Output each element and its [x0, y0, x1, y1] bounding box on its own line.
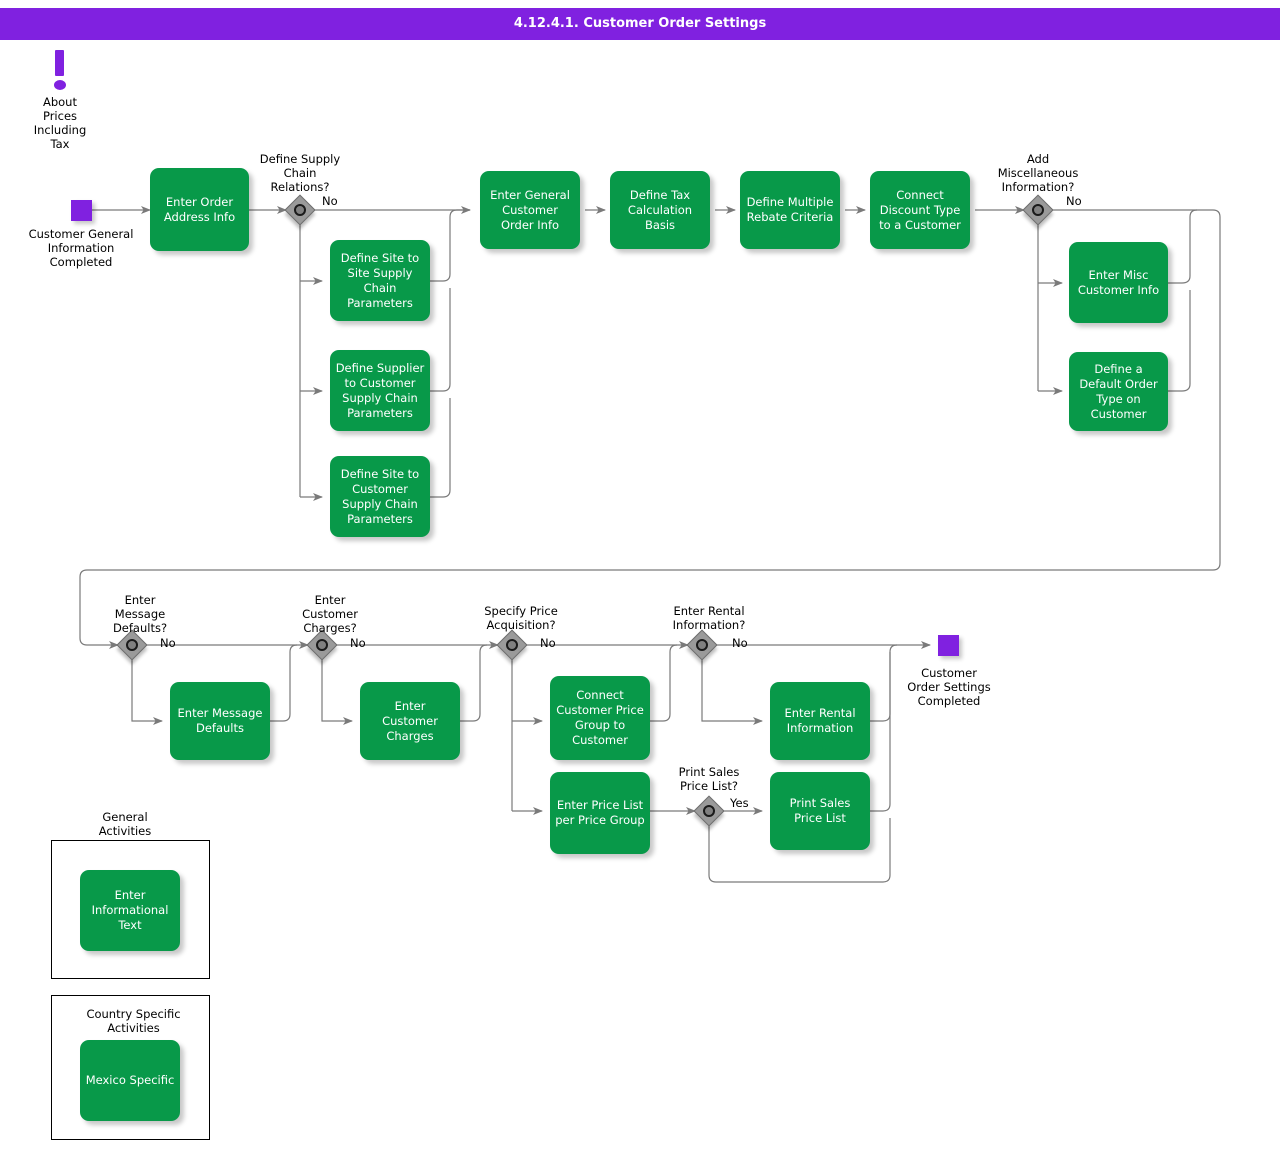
- activity-label: Define Multiple Rebate Criteria: [746, 195, 834, 224]
- gateway-define-supply-chain-relations[interactable]: [284, 194, 316, 226]
- gateway-enter-message-defaults-branch-label: No: [160, 636, 176, 650]
- general-activities-title: General Activities: [98, 810, 152, 838]
- gateway-add-miscellaneous-information-question: Add Miscellaneous Information?: [997, 152, 1079, 194]
- gateway-specify-price-acquisition[interactable]: [496, 629, 528, 661]
- gateway-circle-icon: [1031, 203, 1044, 216]
- exclamation-bar: [55, 50, 64, 76]
- activity-define-site-to-customer-supply-chain-parameters[interactable]: Define Site to Customer Supply Chain Par…: [330, 456, 430, 537]
- gateway-print-sales-price-list-question: Print Sales Price List?: [678, 765, 740, 793]
- gateway-enter-message-defaults-question: Enter Message Defaults?: [112, 593, 168, 635]
- edge-misc-info-merge: [1168, 209, 1198, 284]
- activity-label: Enter Price List per Price Group: [555, 798, 645, 827]
- activity-define-site-to-site-supply-chain-parameters[interactable]: Define Site to Site Supply Chain Paramet…: [330, 240, 430, 321]
- exclamation-dot: [53, 80, 66, 90]
- activity-enter-customer-charges[interactable]: Enter Customer Charges: [360, 682, 460, 760]
- activity-label: Enter Informational Text: [91, 888, 169, 932]
- gateway-print-sales-price-list-branch-label: Yes: [730, 796, 749, 810]
- activity-label: Enter Message Defaults: [177, 706, 263, 735]
- edge-supplier-merge: [430, 288, 451, 392]
- activity-enter-general-customer-order-info[interactable]: Enter General Customer Order Info: [480, 171, 580, 249]
- activity-label: Define Site to Site Supply Chain Paramet…: [340, 250, 420, 310]
- activity-connect-discount-type-to-a-customer[interactable]: Connect Discount Type to a Customer: [870, 171, 970, 249]
- activity-enter-price-list-per-price-group[interactable]: Enter Price List per Price Group: [550, 772, 650, 854]
- activity-label: Define a Default Order Type on Customer: [1079, 361, 1158, 421]
- activity-mexico-specific[interactable]: Mexico Specific: [80, 1040, 180, 1121]
- activity-enter-order-address-info[interactable]: Enter Order Address Info: [150, 168, 249, 251]
- gateway-enter-customer-charges[interactable]: [306, 629, 338, 661]
- activity-label: Enter Rental Information: [784, 706, 856, 735]
- title-bar: 4.12.4.1. Customer Order Settings: [0, 8, 1280, 40]
- edge-customer-charges-merge: [460, 644, 488, 722]
- activity-label: Enter General Customer Order Info: [490, 187, 570, 232]
- gateway-enter-customer-charges-question: Enter Customer Charges?: [302, 593, 358, 635]
- activity-define-tax-calculation-basis[interactable]: Define Tax Calculation Basis: [610, 171, 710, 249]
- edge-price-group-merge: [650, 644, 678, 722]
- activity-connect-customer-price-group-to-customer[interactable]: Connect Customer Price Group to Customer: [550, 676, 650, 760]
- activity-label: Connect Discount Type to a Customer: [879, 187, 961, 232]
- edge-to-enter-message-defaults: [131, 659, 163, 725]
- edge-message-defaults-merge: [270, 644, 298, 722]
- gateway-circle-icon: [293, 203, 306, 216]
- page-title: 4.12.4.1. Customer Order Settings: [513, 16, 767, 31]
- edge-site-to-site-merge: [430, 209, 470, 282]
- gateway-define-supply-chain-relations-branch-label: No: [322, 194, 338, 208]
- activity-label: Connect Customer Price Group to Customer: [556, 688, 644, 747]
- activity-label: Define Site to Customer Supply Chain Par…: [340, 466, 420, 526]
- activity-define-multiple-rebate-criteria[interactable]: Define Multiple Rebate Criteria: [740, 171, 840, 249]
- gateway-enter-rental-information[interactable]: [686, 629, 718, 661]
- gateway-enter-customer-charges-branch-label: No: [350, 636, 366, 650]
- about-prices-including-tax-label[interactable]: About Prices Including Tax: [10, 95, 110, 151]
- activity-label: Mexico Specific: [85, 1073, 175, 1087]
- edge-site-to-customer-merge: [430, 398, 451, 498]
- gateway-enter-rental-information-question: Enter Rental Information?: [672, 604, 746, 632]
- gateway-circle-icon: [505, 638, 518, 651]
- gateway-circle-icon: [695, 638, 708, 651]
- activity-label: Define Supplier to Customer Supply Chain…: [335, 360, 425, 420]
- gateway-print-sales-price-list[interactable]: [693, 795, 725, 827]
- edge-to-enter-customer-charges: [321, 659, 353, 725]
- gateway-circle-icon: [702, 804, 715, 817]
- activity-enter-message-defaults[interactable]: Enter Message Defaults: [170, 682, 270, 760]
- flowchart-canvas: 4.12.4.1. Customer Order Settings About …: [0, 0, 1280, 1155]
- gateway-specify-price-acquisition-branch-label: No: [540, 636, 556, 650]
- gateway-add-miscellaneous-information[interactable]: [1022, 194, 1054, 226]
- gateway-circle-icon: [315, 638, 328, 651]
- gateway-circle-icon: [125, 638, 138, 651]
- country-specific-activities-title: Country Specific Activities: [86, 1007, 181, 1035]
- gateway-define-supply-chain-relations-question: Define Supply Chain Relations?: [259, 152, 341, 194]
- end-terminator-label: Customer Order Settings Completed: [907, 666, 991, 708]
- start-terminator-label: Customer General Information Completed: [28, 227, 134, 269]
- activity-label: Define Tax Calculation Basis: [627, 187, 693, 232]
- activity-define-a-default-order-type-on-customer[interactable]: Define a Default Order Type on Customer: [1069, 352, 1168, 431]
- activity-label: Print Sales Price List: [789, 796, 851, 825]
- edge-to-enter-rental-information: [701, 659, 763, 725]
- activity-enter-rental-information[interactable]: Enter Rental Information: [770, 682, 870, 760]
- activity-label: Enter Misc Customer Info: [1077, 267, 1160, 297]
- end-terminator[interactable]: [938, 635, 959, 656]
- activity-label: Enter Customer Charges: [382, 698, 438, 743]
- activity-print-sales-price-list[interactable]: Print Sales Price List: [770, 772, 870, 850]
- start-terminator[interactable]: [71, 200, 92, 221]
- gateway-enter-message-defaults[interactable]: [116, 629, 148, 661]
- edge-misc-no-wrap: [79, 209, 1221, 649]
- gateway-specify-price-acquisition-question: Specify Price Acquisition?: [484, 604, 558, 632]
- activity-define-supplier-to-customer-supply-chain-parameters[interactable]: Define Supplier to Customer Supply Chain…: [330, 350, 430, 431]
- activity-enter-misc-customer-info[interactable]: Enter Misc Customer Info: [1069, 242, 1168, 323]
- activity-enter-informational-text[interactable]: Enter Informational Text: [80, 870, 180, 951]
- activity-label: Enter Order Address Info: [163, 194, 236, 224]
- gateway-enter-rental-information-branch-label: No: [732, 636, 748, 650]
- gateway-add-miscellaneous-information-branch-label: No: [1066, 194, 1082, 208]
- exclamation-icon: [49, 50, 71, 94]
- edge-default-order-merge: [1168, 290, 1191, 392]
